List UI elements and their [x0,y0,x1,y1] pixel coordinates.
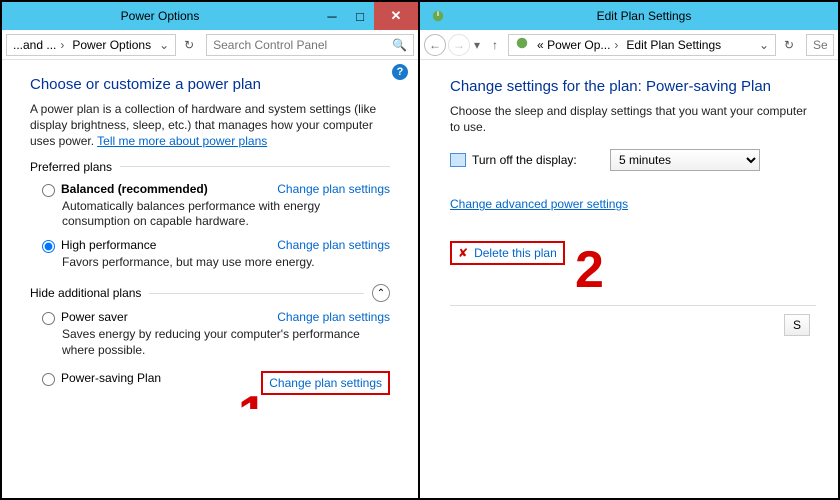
chevron-up-icon[interactable]: ⌃ [372,284,390,302]
minimize-button[interactable]: ─ [318,2,346,30]
refresh-button[interactable]: ↻ [178,34,200,56]
window-title: Power Options [2,9,318,23]
power-icon [426,4,450,28]
breadcrumb[interactable]: ...and ... Power Options ⌄ [6,34,176,56]
plan-name: Balanced (recommended) [61,182,208,196]
breadcrumb-seg-current[interactable]: Edit Plan Settings [622,34,725,56]
breadcrumb[interactable]: « Power Op... Edit Plan Settings ⌄ [508,34,776,56]
breadcrumb-seg-prev[interactable]: « Power Op... [533,34,622,56]
change-plan-settings-link[interactable]: Change plan settings [277,238,390,252]
back-button[interactable]: ← [424,34,446,56]
change-plan-settings-link[interactable]: Change plan settings [277,182,390,196]
forward-button[interactable]: → [448,34,470,56]
address-toolbar-right: ← → ▾ ↑ « Power Op... Edit Plan Settings… [420,30,838,60]
change-plan-settings-link[interactable]: Change plan settings [277,310,390,324]
search-box[interactable] [806,34,834,56]
breadcrumb-seg-prev[interactable]: ...and ... [9,34,68,56]
search-icon[interactable]: 🔍 [392,38,407,52]
delete-icon: ✘ [458,246,468,260]
learn-more-link[interactable]: Tell me more about power plans [97,134,267,148]
plan-radio[interactable] [42,312,55,325]
plan-radio[interactable] [42,240,55,253]
plan-power-saving-plan: Power-saving Plan Change plan settings [42,371,390,395]
plan-high-performance: High performance Change plan settings Fa… [42,238,390,271]
preferred-plans-header: Preferred plans [30,160,390,174]
annotation-number-2: 2 [575,240,604,300]
maximize-button[interactable]: □ [346,2,374,30]
refresh-button[interactable]: ↻ [778,34,800,56]
titlebar-left: Power Options ─ □ ✕ [2,2,418,30]
breadcrumb-dropdown-icon[interactable]: ⌄ [755,38,773,52]
annotation-highlight-box: Change plan settings [261,371,390,395]
plan-balanced: Balanced (recommended) Change plan setti… [42,182,390,230]
page-heading: Change settings for the plan: Power-savi… [450,78,816,95]
change-plan-settings-link[interactable]: Change plan settings [269,376,382,390]
breadcrumb-dropdown-icon[interactable]: ⌄ [155,38,173,52]
delete-plan-link[interactable]: Delete this plan [474,246,557,260]
annotation-highlight-box: ✘ Delete this plan [450,241,565,265]
page-heading: Choose or customize a power plan [30,76,390,93]
plan-description: Saves energy by reducing your computer's… [62,327,390,358]
up-button[interactable]: ↑ [484,34,506,56]
save-button[interactable]: S [784,314,810,336]
plan-radio[interactable] [42,184,55,197]
power-icon [511,36,533,53]
annotation-number-1: 1 [238,385,267,409]
search-input[interactable] [813,38,831,52]
search-box[interactable]: 🔍 [206,34,414,56]
address-toolbar-left: ...and ... Power Options ⌄ ↻ 🔍 [2,30,418,60]
window-title: Edit Plan Settings [450,9,838,23]
plan-name: High performance [61,238,156,252]
plan-description: Favors performance, but may use more ene… [62,255,390,271]
close-button[interactable]: ✕ [374,2,418,30]
hide-additional-plans-toggle[interactable]: Hide additional plans ⌃ [30,284,390,302]
setting-label: Turn off the display: [472,153,577,167]
plan-name: Power saver [61,310,128,324]
turn-off-display-row: Turn off the display: 5 minutes [450,149,816,171]
footer-bar: S [450,305,816,344]
plan-radio[interactable] [42,373,55,386]
display-timeout-select[interactable]: 5 minutes [610,149,760,171]
plan-description: Automatically balances performance with … [62,199,390,230]
monitor-icon [450,153,466,167]
plan-name: Power-saving Plan [61,371,161,385]
help-icon[interactable]: ? [392,64,408,80]
titlebar-right: Edit Plan Settings [420,2,838,30]
advanced-settings-link[interactable]: Change advanced power settings [450,197,628,211]
history-dropdown-icon[interactable]: ▾ [472,38,482,52]
page-description: A power plan is a collection of hardware… [30,101,390,150]
page-description: Choose the sleep and display settings th… [450,103,816,135]
plan-power-saver: Power saver Change plan settings Saves e… [42,310,390,358]
breadcrumb-seg-current[interactable]: Power Options [68,34,155,56]
search-input[interactable] [213,38,392,52]
